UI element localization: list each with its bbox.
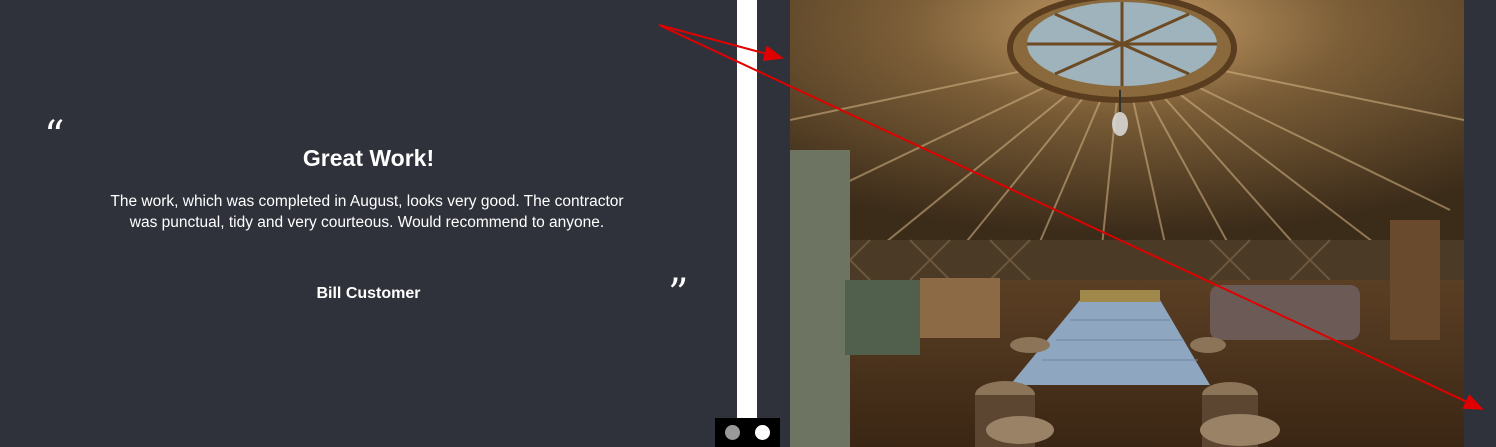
right-edge: [1464, 0, 1496, 447]
yurt-photo-illustration: [790, 0, 1464, 447]
divider-gap: [757, 0, 790, 447]
testimonial-panel: “ Great Work! The work, which was comple…: [0, 0, 737, 447]
yurt-interior-photo: [790, 0, 1464, 447]
slider-dot-2[interactable]: [755, 425, 770, 440]
close-quote-icon: ”: [668, 271, 689, 317]
testimonial-title: Great Work!: [302, 145, 435, 171]
testimonial-author: Bill Customer: [316, 285, 421, 302]
testimonial-text: The work, which was completed in August,…: [110, 193, 624, 231]
slider-pagination: [715, 418, 780, 447]
divider: [737, 0, 757, 447]
slider-dot-1[interactable]: [725, 425, 740, 440]
